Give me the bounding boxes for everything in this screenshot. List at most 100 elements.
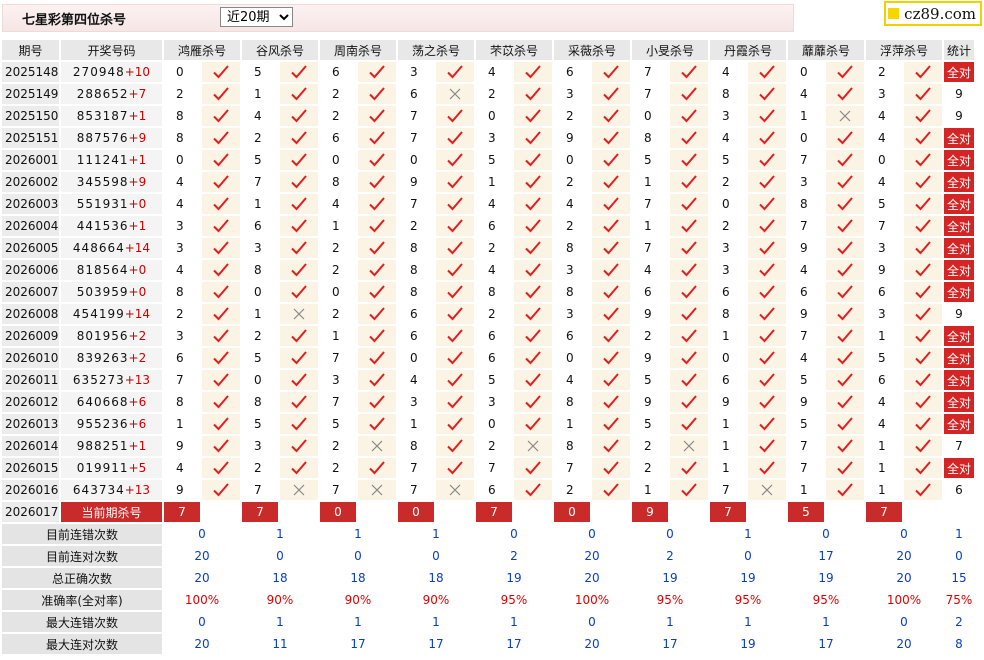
period-select[interactable]: 近20期: [220, 7, 293, 27]
table-row: 2025148 270948+10 0 5 6 3 4 6 7 4 0 2 全对: [2, 62, 974, 82]
draw-sum: +10: [124, 65, 151, 79]
stats-value: 17: [398, 634, 474, 654]
kill-number: 6: [164, 348, 200, 368]
kill-number: 8: [398, 436, 434, 456]
kill-number: 9: [632, 392, 668, 412]
draw-digits: 111241: [76, 153, 129, 167]
check-icon: [826, 282, 864, 302]
check-icon: [904, 392, 942, 412]
table-row: 2026005 448664+14 3 3 2 8 2 8 7 3 9 3 全对: [2, 238, 974, 258]
check-icon: [202, 62, 240, 82]
check-icon: [826, 348, 864, 368]
check-icon: [436, 238, 474, 258]
kill-number: 8: [398, 282, 434, 302]
kill-number: 4: [554, 194, 590, 214]
kill-number: 3: [476, 128, 512, 148]
check-icon: [514, 106, 552, 126]
check-icon: [826, 150, 864, 170]
kill-number: 9: [164, 436, 200, 456]
check-icon: [592, 458, 630, 478]
kill-number: 1: [710, 458, 746, 478]
issue-cell: 2026011: [2, 370, 59, 390]
kill-number: 2: [320, 106, 356, 126]
issue-cell: 2025150: [2, 106, 59, 126]
check-icon: [748, 150, 786, 170]
row-stat: 6: [944, 480, 974, 500]
kill-number: 9: [398, 172, 434, 192]
check-icon: [748, 172, 786, 192]
kill-number: 6: [710, 282, 746, 302]
kill-number: 8: [710, 304, 746, 324]
check-icon: [202, 150, 240, 170]
draw-digits: 988251: [76, 439, 129, 453]
check-icon: [436, 216, 474, 236]
kill-number: 5: [866, 348, 902, 368]
stats-value: 20: [866, 568, 942, 588]
check-icon: [904, 304, 942, 324]
kill-number: 5: [632, 414, 668, 434]
cross-icon: [436, 84, 474, 104]
check-icon: [358, 62, 396, 82]
stats-value: 0: [788, 524, 864, 544]
kill-number: 2: [164, 84, 200, 104]
kill-number: 4: [866, 172, 902, 192]
kill-number: 2: [866, 62, 902, 82]
stats-value: 20: [866, 634, 942, 654]
stats-row: 最大连错次数 0 1 1 1 1 0 1 1 1 0 2: [2, 612, 974, 632]
kill-number: 8: [398, 260, 434, 280]
check-icon: [670, 84, 708, 104]
issue-cell: 2026001: [2, 150, 59, 170]
check-icon: [202, 260, 240, 280]
check-icon: [514, 370, 552, 390]
current-kill-number: 0: [320, 502, 356, 522]
stats-value: 95%: [788, 590, 864, 610]
kill-number: 5: [632, 370, 668, 390]
draw-sum: +1: [128, 439, 147, 453]
kill-number: 3: [710, 260, 746, 280]
col-header-draw: 开奖号码: [61, 40, 162, 60]
draw-sum: +1: [128, 219, 147, 233]
check-icon: [592, 194, 630, 214]
check-icon: [280, 436, 318, 456]
kill-number: 6: [398, 84, 434, 104]
stats-value: 18: [242, 568, 318, 588]
draw-sum: +2: [128, 329, 147, 343]
kill-number: 0: [164, 150, 200, 170]
current-blank: [514, 502, 552, 522]
draw-digits: 345598: [76, 175, 129, 189]
check-icon: [280, 172, 318, 192]
stats-row: 目前连错次数 0 1 1 1 0 0 0 1 0 0 1: [2, 524, 974, 544]
site-logo[interactable]: cz89.com: [884, 1, 982, 26]
kill-number: 1: [788, 480, 824, 500]
current-blank: [670, 502, 708, 522]
stats-value: 1: [632, 612, 708, 632]
kill-number: 2: [320, 84, 356, 104]
kill-number: 2: [632, 436, 668, 456]
col-header-expert-9: 蘼蘼杀号: [788, 40, 864, 60]
kill-number: 6: [398, 304, 434, 324]
check-icon: [904, 106, 942, 126]
stats-value: 17: [632, 634, 708, 654]
table-row: 2026015 019911+5 4 2 2 7 7 7 2 1 7 1 全对: [2, 458, 974, 478]
check-icon: [592, 238, 630, 258]
col-header-expert-8: 丹霞杀号: [710, 40, 786, 60]
kill-number: 5: [866, 194, 902, 214]
kill-number-table: 期号 开奖号码 鸿雁杀号 谷风杀号 周南杀号 荡之杀号 芣苡杀号 采薇杀号 小旻…: [0, 38, 976, 656]
kill-number: 0: [554, 150, 590, 170]
draw-digits: 503959: [76, 285, 129, 299]
stats-value: 1: [398, 524, 474, 544]
cross-icon: [514, 436, 552, 456]
check-icon: [592, 370, 630, 390]
stats-value: 0: [242, 546, 318, 566]
row-stat: 全对: [944, 62, 974, 82]
check-icon: [436, 436, 474, 456]
draw-cell: 345598+9: [61, 172, 162, 192]
kill-number: 4: [710, 128, 746, 148]
check-icon: [358, 238, 396, 258]
check-icon: [436, 282, 474, 302]
kill-number: 5: [242, 414, 278, 434]
stats-value: 1: [242, 612, 318, 632]
check-icon: [202, 304, 240, 324]
check-icon: [202, 458, 240, 478]
cross-icon: [748, 480, 786, 500]
